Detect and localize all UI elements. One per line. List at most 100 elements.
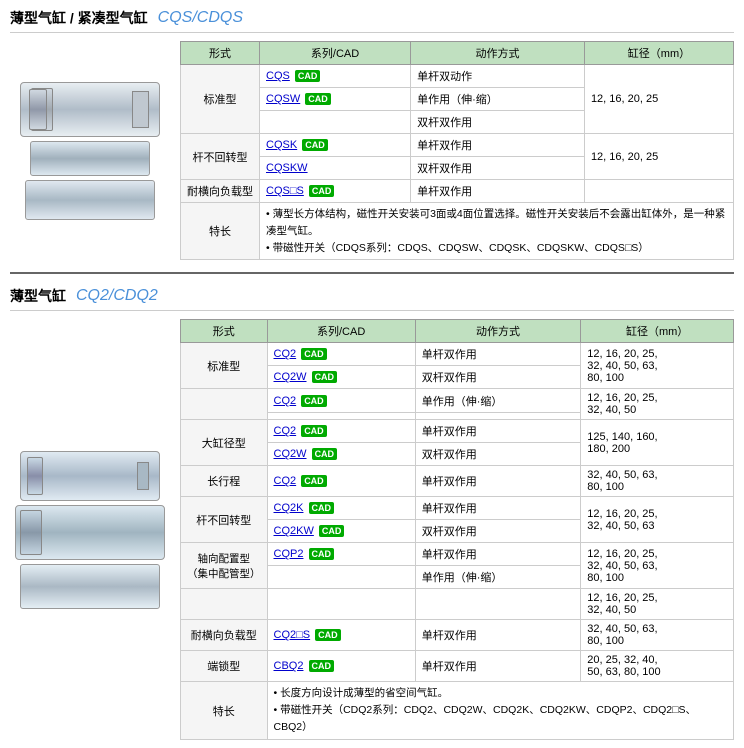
bore-cell: 20, 25, 32, 40,50, 63, 80, 100 [581, 651, 734, 682]
table-row: 标准型 CQ2 CAD 单杆双作用 12, 16, 20, 25,32, 40,… [181, 343, 734, 366]
col-header-action: 动作方式 [411, 42, 585, 65]
cylinder-image-s2-2 [15, 505, 165, 560]
table-row: 大缸径型 CQ2 CAD 单杆双作用 125, 140, 160,180, 20… [181, 420, 734, 443]
series-cell [267, 566, 415, 589]
action-cell: 双杆双作用 [415, 520, 581, 543]
series-cell: CQ2□S CAD [267, 620, 415, 651]
action-cell: 单杆双作用 [415, 651, 581, 682]
section1-content: 形式 系列/CAD 动作方式 缸径（mm） 标准型 CQS CAD 单杆双动作 … [10, 41, 734, 260]
action-cell: 单杆双作用 [411, 180, 585, 203]
series-link-cqsk[interactable]: CQSK [266, 139, 297, 151]
cad-badge[interactable]: CAD [312, 448, 338, 460]
section2-images [10, 319, 170, 739]
section-divider [10, 272, 734, 274]
action-cell: 单杆双作用 [415, 420, 581, 443]
series-link[interactable]: CQP2 [274, 548, 304, 560]
table-row-feature2: 特长 长度方向设计成薄型的省空间气缸。 带磁性开关（CDQ2系列：CDQ2、CD… [181, 682, 734, 739]
cad-badge[interactable]: CAD [319, 525, 345, 537]
row-label: 长行程 [181, 466, 268, 497]
series-cell: CQSK CAD [260, 134, 411, 157]
row-label-lateral: 耐横向负载型 [181, 180, 260, 203]
table-row: 长行程 CQ2 CAD 单杆双作用 32, 40, 50, 63,80, 100 [181, 466, 734, 497]
cylinder-image-s2-3 [20, 564, 160, 609]
series-cell: CQ2 CAD [267, 389, 415, 413]
series-cell: CQ2 CAD [267, 466, 415, 497]
cad-badge[interactable]: CAD [295, 70, 321, 82]
bore-cell: 32, 40, 50, 63,80, 100 [581, 466, 734, 497]
row-label [181, 389, 268, 420]
cad-badge[interactable]: CAD [309, 185, 335, 197]
cad-badge[interactable]: CAD [305, 93, 331, 105]
series-cell: CQS□S CAD [260, 180, 411, 203]
series-link-cqskw[interactable]: CQSKW [266, 162, 308, 174]
col-header-bore: 缸径（mm） [584, 42, 733, 65]
row-label: 杆不回转型 [181, 497, 268, 543]
row-label-standard: 标准型 [181, 65, 260, 134]
section2-content: 形式 系列/CAD 动作方式 缸径（mm） 标准型 CQ2 CAD 单杆双作用 … [10, 319, 734, 739]
cylinder-image-3 [25, 180, 155, 220]
cad-badge[interactable]: CAD [301, 425, 327, 437]
action-cell: 单杆双作用 [411, 134, 585, 157]
bore-cell [584, 180, 733, 203]
series-link[interactable]: CQ2K [274, 502, 304, 514]
series-cell [260, 111, 411, 134]
bore-cell: 12, 16, 20, 25,32, 40, 50 [581, 389, 734, 420]
row-label [181, 589, 268, 620]
row-label: 标准型 [181, 343, 268, 389]
action-cell: 双杆双作用 [415, 366, 581, 389]
cad-badge[interactable]: CAD [301, 395, 327, 407]
series-link-cqsw[interactable]: CQSW [266, 93, 300, 105]
series-link[interactable]: CQ2W [274, 371, 307, 383]
cad-badge[interactable]: CAD [312, 371, 338, 383]
series-link[interactable]: CQ2 [274, 475, 297, 487]
series-cell: CQ2K CAD [267, 497, 415, 520]
col-header-action2: 动作方式 [415, 320, 581, 343]
series-cell: CQ2W CAD [267, 443, 415, 466]
action-cell: 单杆双作用 [415, 620, 581, 651]
row-label: 耐横向负载型 [181, 620, 268, 651]
action-cell: 单杆双作用 [415, 466, 581, 497]
action-cell: 单杆双作用 [415, 543, 581, 566]
cad-badge[interactable]: CAD [315, 629, 341, 641]
action-cell: 单作用（伸·缩） [415, 389, 581, 413]
bore-cell: 12, 16, 20, 25,32, 40, 50, 63,80, 100 [581, 543, 734, 589]
series-cell: CQ2W CAD [267, 366, 415, 389]
section2: 薄型气缸 CQ2/CDQ2 形式 系列/CAD 动作方式 缸径（mm） [0, 278, 744, 747]
series-link[interactable]: CQ2 [274, 395, 297, 407]
cylinder-image-2 [30, 141, 150, 176]
table-row: 杆不回转型 CQ2K CAD 单杆双作用 12, 16, 20, 25,32, … [181, 497, 734, 520]
col-header-bore2: 缸径（mm） [581, 320, 734, 343]
cad-badge[interactable]: CAD [309, 660, 335, 672]
series-cell: CQ2 CAD [267, 343, 415, 366]
cad-badge[interactable]: CAD [309, 502, 335, 514]
series-link-cqs[interactable]: CQS [266, 70, 290, 82]
series-link[interactable]: CQ2 [274, 425, 297, 437]
cad-badge[interactable]: CAD [302, 139, 328, 151]
action-cell: 双杆双作用 [415, 443, 581, 466]
feature-cell: 薄型长方体结构，磁性开关安装可3面或4面位置选择。磁性开关安装后不会露出缸体外，… [260, 203, 734, 260]
series-link[interactable]: CBQ2 [274, 660, 304, 672]
action-cell: 单杆双作用 [415, 497, 581, 520]
action-cell: 单杆双动作 [411, 65, 585, 88]
section2-table: 形式 系列/CAD 动作方式 缸径（mm） 标准型 CQ2 CAD 单杆双作用 … [180, 319, 734, 739]
bore-cell: 12, 16, 20, 25,32, 40, 50, 63,80, 100 [581, 343, 734, 389]
cad-badge[interactable]: CAD [309, 548, 335, 560]
cad-badge[interactable]: CAD [301, 475, 327, 487]
feature-item: 带磁性开关（CDQS系列：CDQS、CDQSW、CDQSK、CDQSKW、CDQ… [266, 240, 727, 257]
series-link[interactable]: CQ2W [274, 448, 307, 460]
series-link[interactable]: CQ2□S [274, 629, 311, 641]
section2-title-jp: CQ2/CDQ2 [76, 287, 158, 305]
bore-cell: 12, 16, 20, 25 [584, 65, 733, 134]
action-cell [415, 589, 581, 620]
series-link[interactable]: CQ2 [274, 348, 297, 360]
col-header-type: 形式 [181, 42, 260, 65]
cad-badge[interactable]: CAD [301, 348, 327, 360]
table-row: 标准型 CQS CAD 单杆双动作 12, 16, 20, 25 [181, 65, 734, 88]
col-header-series2: 系列/CAD [267, 320, 415, 343]
row-label: 轴向配置型（集中配管型） [181, 543, 268, 589]
section1-table: 形式 系列/CAD 动作方式 缸径（mm） 标准型 CQS CAD 单杆双动作 … [180, 41, 734, 260]
series-cell [267, 589, 415, 620]
series-link[interactable]: CQ2KW [274, 525, 314, 537]
table-row: 耐横向负载型 CQ2□S CAD 单杆双作用 32, 40, 50, 63,80… [181, 620, 734, 651]
series-link-cqss[interactable]: CQS□S [266, 185, 304, 197]
